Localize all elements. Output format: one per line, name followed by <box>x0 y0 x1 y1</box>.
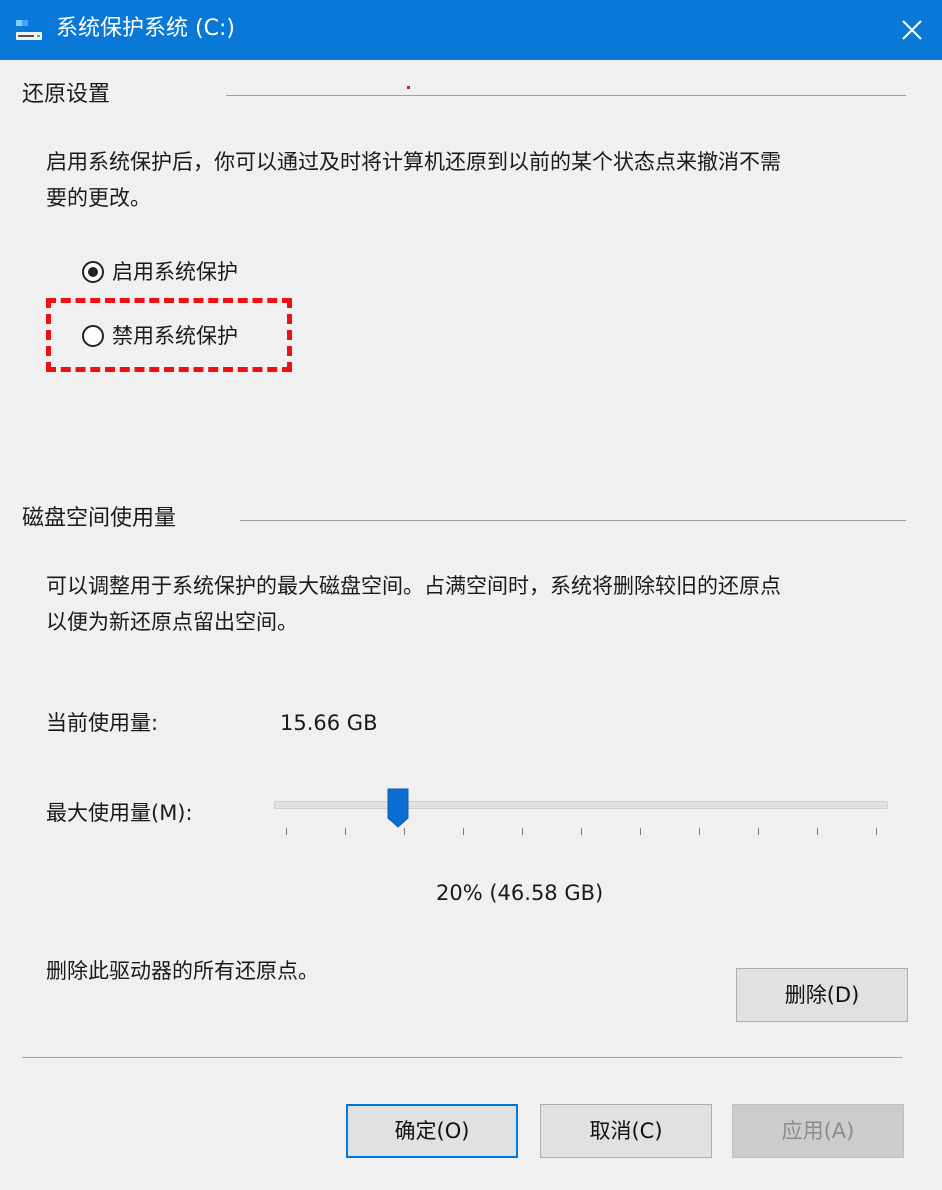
slider-tick <box>699 828 700 835</box>
section-divider <box>240 520 906 521</box>
delete-button[interactable]: 删除(D) <box>736 968 908 1022</box>
slider-tick <box>522 828 523 835</box>
window-title: 系统保护系统 (C:) <box>56 16 235 41</box>
slider-tick <box>404 828 405 835</box>
slider-tick <box>286 828 287 835</box>
close-icon <box>902 20 922 40</box>
slider-tick <box>817 828 818 835</box>
slider-tick <box>758 828 759 835</box>
radio-enable-protection[interactable]: 启用系统保护 <box>82 258 282 290</box>
close-button[interactable] <box>882 0 942 60</box>
max-usage-slider[interactable] <box>274 801 888 809</box>
drive-icon <box>16 20 42 40</box>
apply-button[interactable]: 应用(A) <box>732 1104 904 1158</box>
delete-restore-points-text: 删除此驱动器的所有还原点。 <box>46 959 319 983</box>
current-usage-value: 15.66 GB <box>280 711 378 735</box>
restore-settings-heading: 还原设置 <box>22 82 111 107</box>
slider-tick <box>581 828 582 835</box>
max-usage-label: 最大使用量(M): <box>46 801 193 825</box>
disk-description-line2: 以便为新还原点留出空间。 <box>46 610 298 634</box>
max-usage-readout: 20% (46.58 GB) <box>436 881 604 905</box>
ok-button[interactable]: 确定(O) <box>346 1104 518 1158</box>
radio-enable-label: 启用系统保护 <box>112 260 238 284</box>
slider-thumb[interactable] <box>387 788 409 828</box>
section-divider <box>226 95 906 96</box>
title-bar: 系统保护系统 (C:) <box>0 0 942 60</box>
cancel-button[interactable]: 取消(C) <box>540 1104 712 1158</box>
slider-tick <box>640 828 641 835</box>
disk-usage-heading: 磁盘空间使用量 <box>22 506 177 531</box>
radio-button-selected[interactable] <box>82 261 104 283</box>
disk-description-line1: 可以调整用于系统保护的最大磁盘空间。占满空间时，系统将删除较旧的还原点 <box>46 574 781 598</box>
current-usage-label: 当前使用量: <box>46 711 159 735</box>
slider-tick <box>345 828 346 835</box>
slider-tick <box>463 828 464 835</box>
restore-description-line1: 启用系统保护后，你可以通过及时将计算机还原到以前的某个状态点来撤消不需 <box>46 150 781 174</box>
slider-tick <box>876 828 877 835</box>
restore-description-line2: 要的更改。 <box>46 186 151 210</box>
footer-divider <box>22 1057 902 1058</box>
red-dashed-highlight <box>46 298 292 372</box>
stray-mark <box>407 86 410 89</box>
